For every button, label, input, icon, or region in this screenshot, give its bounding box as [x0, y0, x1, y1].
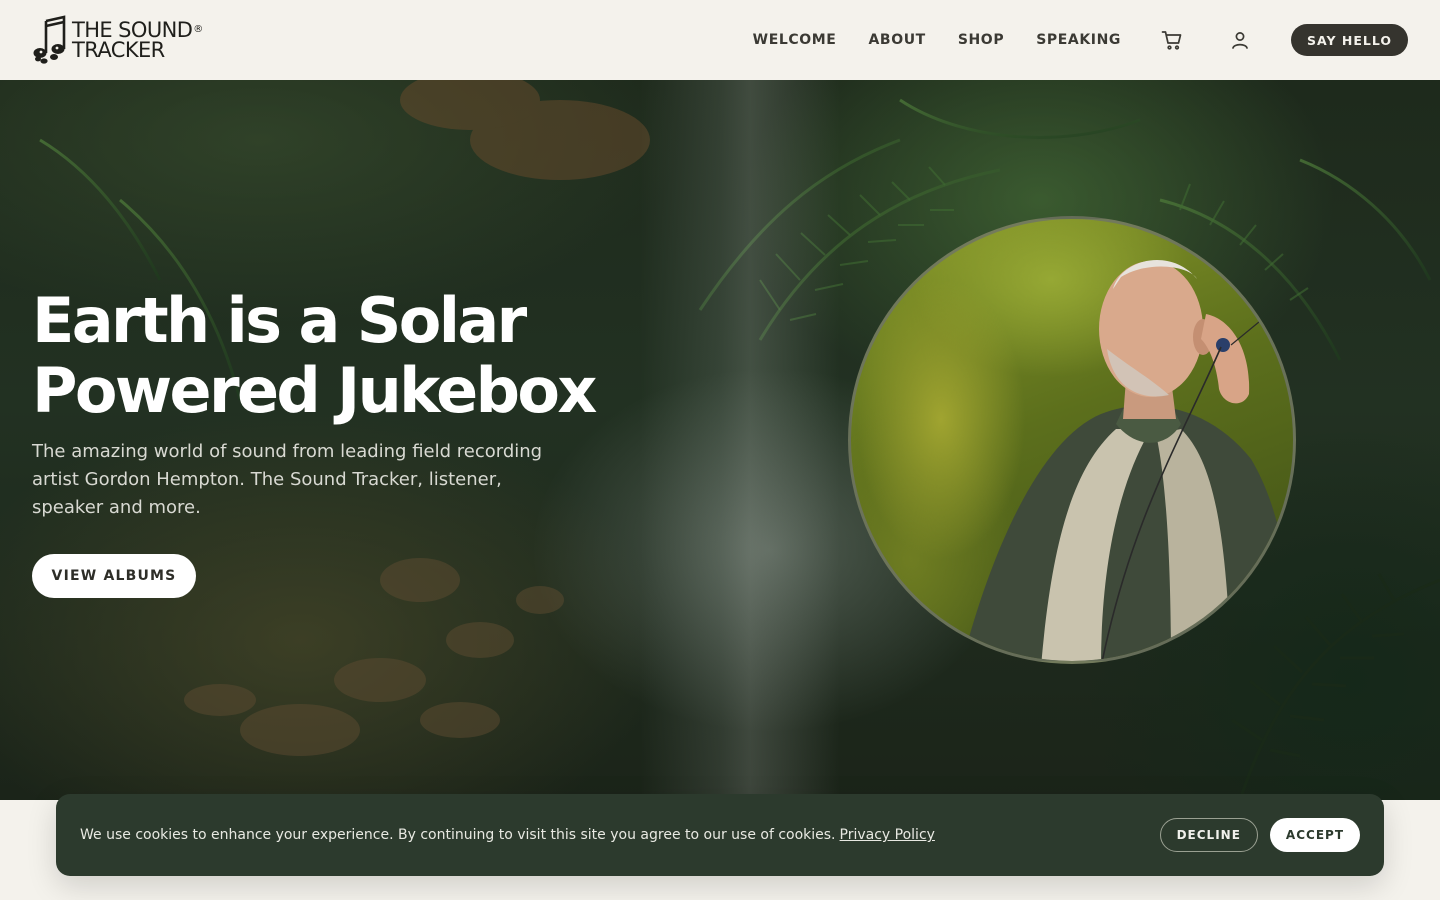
hero-title: Earth is a Solar Powered Jukebox — [32, 286, 652, 426]
hero-title-line-2: Powered Jukebox — [32, 354, 597, 427]
gordon-hempton-portrait — [848, 216, 1296, 664]
music-note-logo-icon — [33, 15, 66, 64]
nav-shop[interactable]: SHOP — [958, 32, 1004, 48]
hero-title-line-1: Earth is a Solar — [32, 284, 527, 357]
hero-subtitle: The amazing world of sound from leading … — [32, 441, 543, 518]
waterfall-mist — [640, 80, 840, 800]
privacy-policy-link[interactable]: Privacy Policy — [840, 827, 935, 843]
view-albums-button[interactable]: VIEW ALBUMS — [32, 554, 196, 598]
registered-mark: ® — [193, 24, 203, 35]
brand-line-1: THE SOUND® — [72, 18, 203, 42]
nav-welcome[interactable]: WELCOME — [753, 32, 837, 48]
brand-name: THE SOUND® TRACKER — [72, 18, 203, 62]
accept-button[interactable]: ACCEPT — [1269, 818, 1360, 852]
cookie-banner: We use cookies to enhance your experienc… — [56, 794, 1384, 876]
cookie-message: We use cookies to enhance your experienc… — [80, 827, 935, 843]
cart-icon[interactable] — [1161, 29, 1183, 51]
nav-speaking[interactable]: SPEAKING — [1036, 32, 1121, 48]
decline-button[interactable]: DECLINE — [1159, 818, 1258, 852]
site-header: THE SOUND® TRACKER WELCOME ABOUT SHOP SP… — [0, 0, 1440, 80]
cookie-actions: DECLINE ACCEPT — [1159, 818, 1360, 852]
main-nav: WELCOME ABOUT SHOP SPEAKING SAY HELLO — [753, 24, 1408, 56]
logo[interactable]: THE SOUND® TRACKER — [32, 15, 203, 65]
user-icon[interactable] — [1229, 29, 1251, 51]
nav-about[interactable]: ABOUT — [868, 32, 925, 48]
brand-line-2: TRACKER — [72, 38, 165, 62]
say-hello-button[interactable]: SAY HELLO — [1291, 24, 1408, 56]
hero-section: Earth is a Solar Powered Jukebox The ama… — [0, 80, 1440, 800]
cookie-text: We use cookies to enhance your experienc… — [80, 827, 836, 843]
